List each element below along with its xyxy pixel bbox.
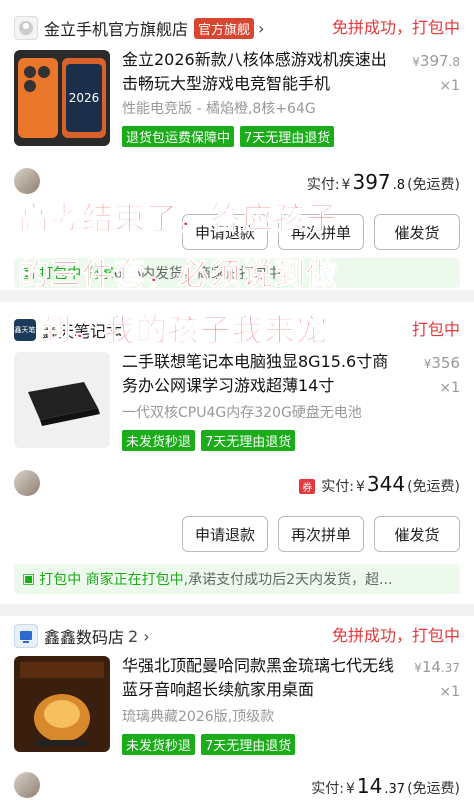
product-title[interactable]: 金立2026新款八核体感游戏机疾速出击畅玩大型游戏电竞智能手机 bbox=[122, 48, 402, 96]
paid-amount: 实付: ¥397.8 (免运费) bbox=[306, 170, 460, 194]
tag: 未发货秒退 bbox=[122, 734, 196, 755]
avatar bbox=[14, 470, 40, 496]
tag: 退货包运费保障中 bbox=[122, 126, 235, 147]
tag: 7天无理由退货 bbox=[201, 430, 296, 451]
order-status: 免拼成功，打包中 bbox=[331, 626, 460, 645]
unit-price: ¥356 bbox=[423, 354, 460, 372]
svg-text:2026: 2026 bbox=[69, 91, 100, 105]
box-icon: ▣ bbox=[22, 265, 36, 281]
order-card-2: 鑫天笔 鑫天笔记本 打包中 二手联想笔记本电脑独显8G15.6寸商务办公网课学习… bbox=[0, 302, 474, 604]
box-icon: ▣ bbox=[22, 571, 36, 587]
coupon-badge: 券 bbox=[299, 479, 316, 494]
unit-price: ¥397.8 bbox=[412, 52, 460, 70]
urge-shipping-button[interactable]: 催发货 bbox=[374, 214, 460, 250]
quantity: ×1 bbox=[439, 78, 460, 94]
urge-shipping-button[interactable]: 催发货 bbox=[374, 516, 460, 552]
digital-shop-icon bbox=[14, 624, 38, 648]
product-image[interactable] bbox=[14, 656, 110, 752]
shop-name: 鑫天笔记本 bbox=[42, 322, 123, 341]
quantity: ×1 bbox=[439, 380, 460, 396]
order-card-1: 金立手机官方旗舰店 官方旗舰 › 免拼成功，打包中 2026 金立2026新款八… bbox=[0, 0, 474, 290]
product-image[interactable] bbox=[14, 352, 110, 448]
service-tags: 退货包运费保障中 7天无理由退货 bbox=[122, 126, 335, 147]
official-flag-badge: 官方旗舰 bbox=[194, 17, 255, 39]
paid-amount: 券 实付: ¥344 (免运费) bbox=[299, 472, 460, 496]
paid-amount: 实付: ¥14.37 (免运费) bbox=[311, 774, 460, 798]
service-tags: 未发货秒退 7天无理由退货 bbox=[122, 734, 296, 755]
unit-price: ¥14.37 bbox=[414, 658, 460, 676]
chevron-right-icon: 2 › bbox=[128, 626, 150, 646]
tag: 7天无理由退货 bbox=[201, 734, 296, 755]
reorder-button[interactable]: 再次拼单 bbox=[278, 214, 364, 250]
order-status: 免拼成功，打包中 bbox=[331, 18, 460, 37]
product-spec: 一代双核CPU4G内存320G硬盘无电池 bbox=[122, 405, 362, 421]
product-title[interactable]: 二手联想笔记本电脑独显8G15.6寸商务办公网课学习游戏超薄14寸 bbox=[122, 350, 402, 398]
tag: 7天无理由退货 bbox=[240, 126, 335, 147]
laptop-shop-icon: 鑫天笔 bbox=[14, 319, 36, 341]
order-status: 打包中 bbox=[411, 320, 460, 339]
product-image[interactable]: 2026 bbox=[14, 50, 110, 146]
reorder-button[interactable]: 再次拼单 bbox=[278, 516, 364, 552]
shop-header[interactable]: 金立手机官方旗舰店 官方旗舰 › bbox=[14, 14, 264, 42]
shop-header[interactable]: 鑫天笔 鑫天笔记本 bbox=[14, 316, 122, 344]
logistics-notice[interactable]: ▣ 打包中 商家 6 小内发货，商家正打包中 bbox=[14, 258, 460, 288]
action-buttons: 申请退款 再次拼单 催发货 bbox=[182, 516, 460, 552]
apply-refund-button[interactable]: 申请退款 bbox=[182, 516, 268, 552]
product-spec: 琉璃典藏2026版,顶级款 bbox=[122, 709, 275, 725]
shop-logo-icon bbox=[14, 16, 38, 40]
tag: 未发货秒退 bbox=[122, 430, 196, 451]
apply-refund-button[interactable]: 申请退款 bbox=[182, 214, 268, 250]
product-spec: 性能电竞版 - 橘焰橙,8核+64G bbox=[122, 101, 316, 117]
shop-header[interactable]: 鑫鑫数码店 2 › bbox=[14, 622, 150, 650]
order-card-3: 鑫鑫数码店 2 › 免拼成功，打包中 华强北顶配曼哈同款黑金琉璃七代无线蓝牙音响… bbox=[0, 616, 474, 800]
chevron-right-icon: › bbox=[258, 18, 265, 38]
quantity: ×1 bbox=[439, 684, 460, 700]
service-tags: 未发货秒退 7天无理由退货 bbox=[122, 430, 296, 451]
logistics-notice[interactable]: ▣ 打包中 商家正在打包中, 承诺支付成功后2天内发货，超... bbox=[14, 564, 460, 594]
action-buttons: 申请退款 再次拼单 催发货 bbox=[182, 214, 460, 250]
avatar bbox=[14, 168, 40, 194]
avatar bbox=[14, 772, 40, 798]
shop-name: 鑫鑫数码店 bbox=[44, 628, 125, 647]
shop-name: 金立手机官方旗舰店 bbox=[44, 20, 189, 39]
product-title[interactable]: 华强北顶配曼哈同款黑金琉璃七代无线蓝牙音响超长续航家用桌面 bbox=[122, 654, 402, 702]
